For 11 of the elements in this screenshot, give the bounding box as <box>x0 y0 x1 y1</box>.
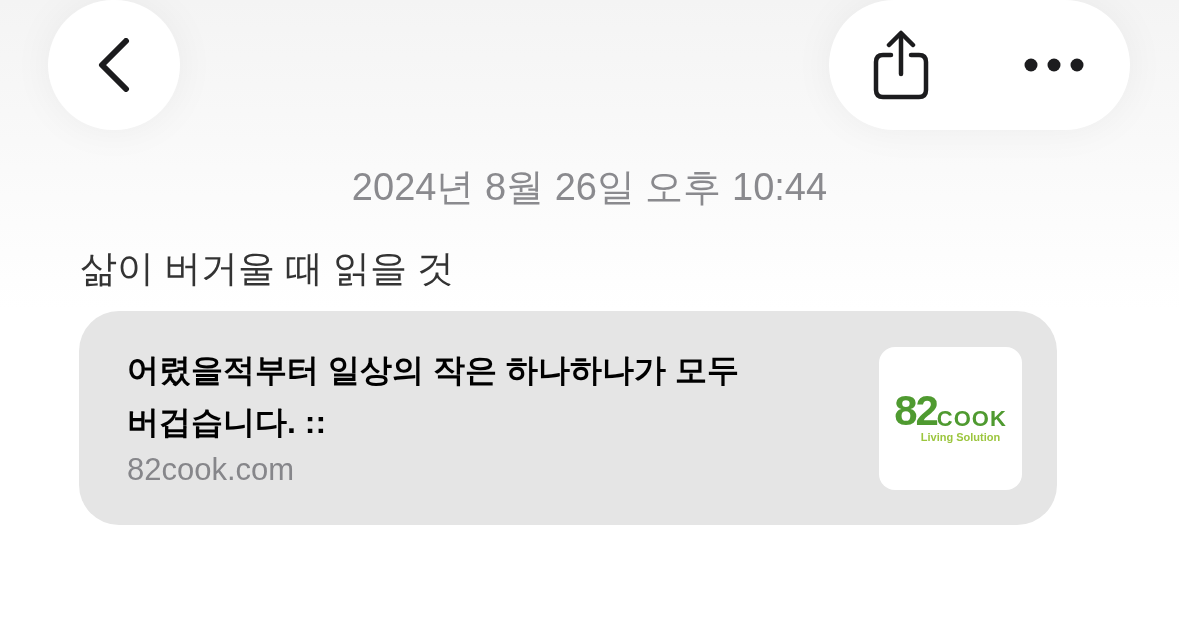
message-timestamp: 2024년 8월 26일 오후 10:44 <box>351 165 828 209</box>
share-icon <box>873 30 929 100</box>
more-icon <box>1024 58 1084 72</box>
logo-number: 82 <box>894 393 937 429</box>
message-text: 삶이 버거울 때 읽을 것 <box>80 248 455 289</box>
link-preview-card[interactable]: 어렸을적부터 일상의 작은 하나하나가 모두 버겁습니다. :: 82cook.com 82COOK Living Solution <box>79 311 1057 525</box>
link-title: 어렸을적부터 일상의 작은 하나하나가 모두 버겁습니다. :: <box>127 351 740 442</box>
logo-word: COOK <box>936 409 1007 429</box>
back-icon <box>98 38 130 92</box>
logo-tagline: Living Solution <box>919 431 1001 443</box>
link-domain: 82cook.com <box>127 451 296 489</box>
